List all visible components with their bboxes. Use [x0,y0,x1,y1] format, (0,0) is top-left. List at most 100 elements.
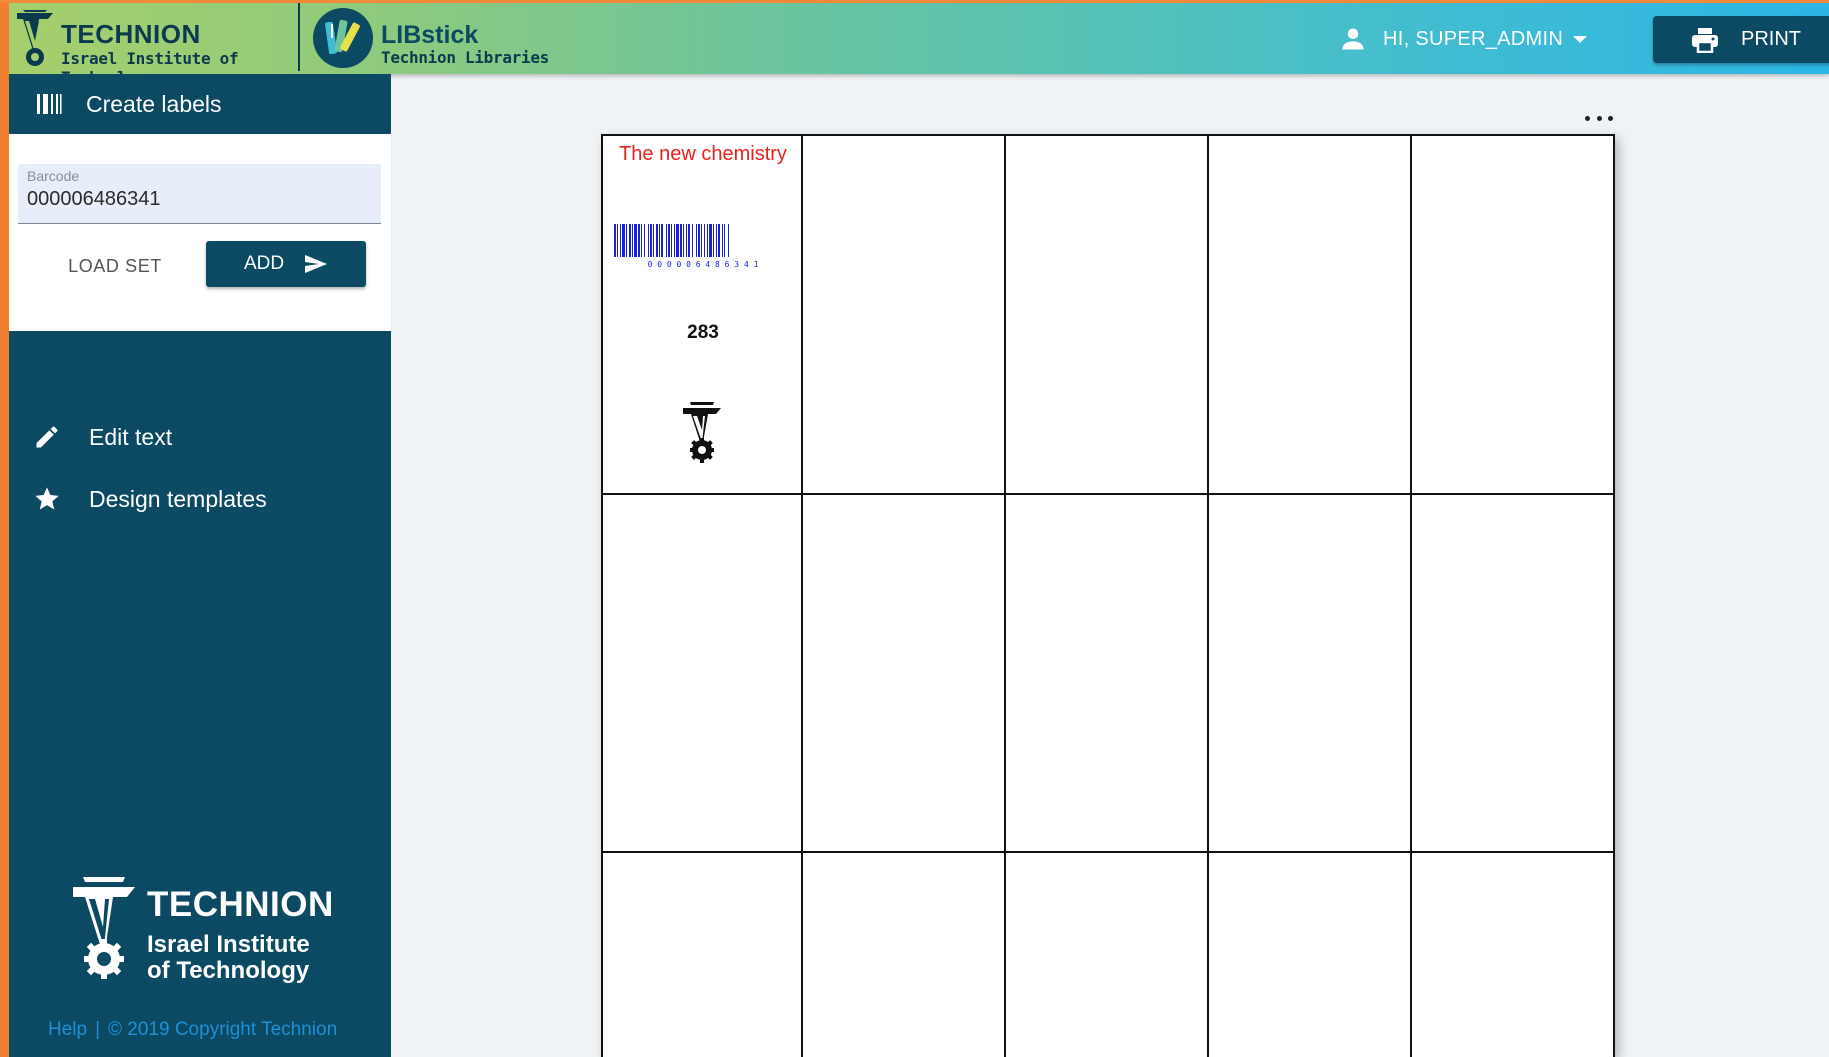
print-button[interactable]: PRINT [1653,16,1829,63]
app-name: LIBstick [381,21,479,49]
barcode-bar [641,224,642,257]
label-number: 283 [687,322,719,343]
barcode-bar [629,224,631,257]
label-barcode: 0 0 0 0 0 6 4 8 6 3 4 1 [614,224,759,269]
barcode-bar [644,224,645,257]
grid-column-divider [1207,136,1209,1057]
barcode-bar [707,224,708,257]
barcode-bar [686,224,687,257]
sidebar-title-label: Create labels [86,90,222,117]
technion-logo-icon [73,877,135,979]
barcode-input[interactable] [27,184,367,214]
more-icon-dot [1585,115,1590,121]
more-options-button[interactable] [1585,108,1613,128]
barcode-bar [680,224,682,257]
sidebar-item-edit-text[interactable]: Edit text [9,412,391,462]
barcode-bar [683,224,684,257]
technion-logo-icon [683,402,721,463]
technion-footer-logo: TECHNION Israel Institute of Technology [71,877,351,987]
brand-divider [298,3,300,71]
barcode-bar [661,224,663,257]
barcode-bar [698,224,700,257]
user-menu[interactable]: HI, SUPER_ADMIN [1339,23,1588,55]
barcode-bar [709,224,712,257]
barcode-bar [656,224,658,257]
barcode-bar [728,224,729,257]
label-sheet: The new chemistry 0 0 0 0 0 6 4 8 6 3 4 … [601,134,1615,1057]
technion-name: TECHNION [61,19,201,49]
barcode-field[interactable]: Barcode [18,164,381,224]
label-cell-1[interactable]: The new chemistry 0 0 0 0 0 6 4 8 6 3 4 … [603,136,803,491]
barcode-bar [617,224,618,257]
window-frame-top [0,0,1829,3]
footer-logo-name: TECHNION [147,885,334,924]
grid-column-divider [1410,136,1412,1057]
barcode-bar [622,224,625,257]
barcode-bar [713,224,714,257]
barcode-bar [668,224,670,257]
grid-row-divider [603,493,1613,495]
barcode-bar [653,224,654,257]
load-set-button[interactable]: LOAD SET [45,244,185,288]
chevron-down-icon [1573,35,1588,43]
barcode-bar [716,224,717,257]
barcode-bar [674,224,675,257]
star-icon [35,487,59,510]
technion-brand[interactable]: TECHNION Israel Institute of Technology [13,7,293,87]
user-icon [1342,28,1364,50]
add-button[interactable]: ADD [206,241,366,287]
barcode-digits: 0 0 0 0 0 6 4 8 6 3 4 1 [648,260,759,269]
barcode-bar [666,224,667,257]
sidebar: Create labels Barcode LOAD SET ADD Edit … [9,74,391,1057]
barcode-bar [722,224,723,257]
copyright-text: © 2019 Copyright Technion [108,1019,338,1040]
create-labels-form: Barcode LOAD SET ADD [9,134,391,331]
sidebar-item-design-templates[interactable]: Design templates [9,474,391,524]
app-subtitle: Technion Libraries [381,48,549,67]
help-link[interactable]: Help [48,1019,87,1040]
barcode-bar [632,224,633,257]
sidebar-title: Create labels [9,74,391,134]
barcode-bar [688,224,690,257]
barcode-bar [671,224,672,257]
sidebar-footer: Help | © 2019 Copyright Technion [48,1019,337,1041]
barcode-bar [650,224,652,257]
send-icon [305,255,328,273]
barcode-bar [634,224,637,257]
footer-separator: | [95,1019,101,1040]
printer-icon [1692,27,1718,53]
print-label: PRINT [1741,28,1801,50]
barcode-bar [692,224,693,257]
add-button-label: ADD [243,253,285,274]
barcode-bar [638,224,640,257]
barcode-field-label: Barcode [27,168,80,184]
barcode-bar [620,224,621,257]
label-title: The new chemistry [619,143,787,165]
barcode-bar [701,224,702,257]
window-frame-left [0,0,9,1057]
libstick-logo-icon [313,8,373,68]
barcode-bar [704,224,705,257]
grid-column-divider [1004,136,1006,1057]
barcode-bar [718,224,720,257]
pencil-icon [36,426,58,448]
footer-logo-line3: of Technology [147,957,310,984]
barcode-bar [676,224,679,257]
barcode-bar [648,224,649,257]
sidebar-item-label: Edit text [89,423,173,450]
technion-logo-icon [17,10,53,66]
barcode-bar [724,224,725,257]
barcode-bar [626,224,627,257]
more-icon-dot [1608,115,1613,121]
user-greeting: HI, SUPER_ADMIN [1383,27,1564,50]
sidebar-item-label: Design templates [89,485,267,512]
app-header: TECHNION Israel Institute of Technology … [9,3,1829,87]
grid-row-divider [603,851,1613,853]
more-icon-dot [1596,115,1602,121]
footer-logo-line2: Israel Institute [147,931,310,958]
barcode-bar [659,224,660,257]
barcode-icon [37,94,62,114]
barcode-bar [696,224,697,257]
barcode-bar [614,224,616,257]
libstick-brand[interactable]: LIBstick Technion Libraries [313,6,573,70]
